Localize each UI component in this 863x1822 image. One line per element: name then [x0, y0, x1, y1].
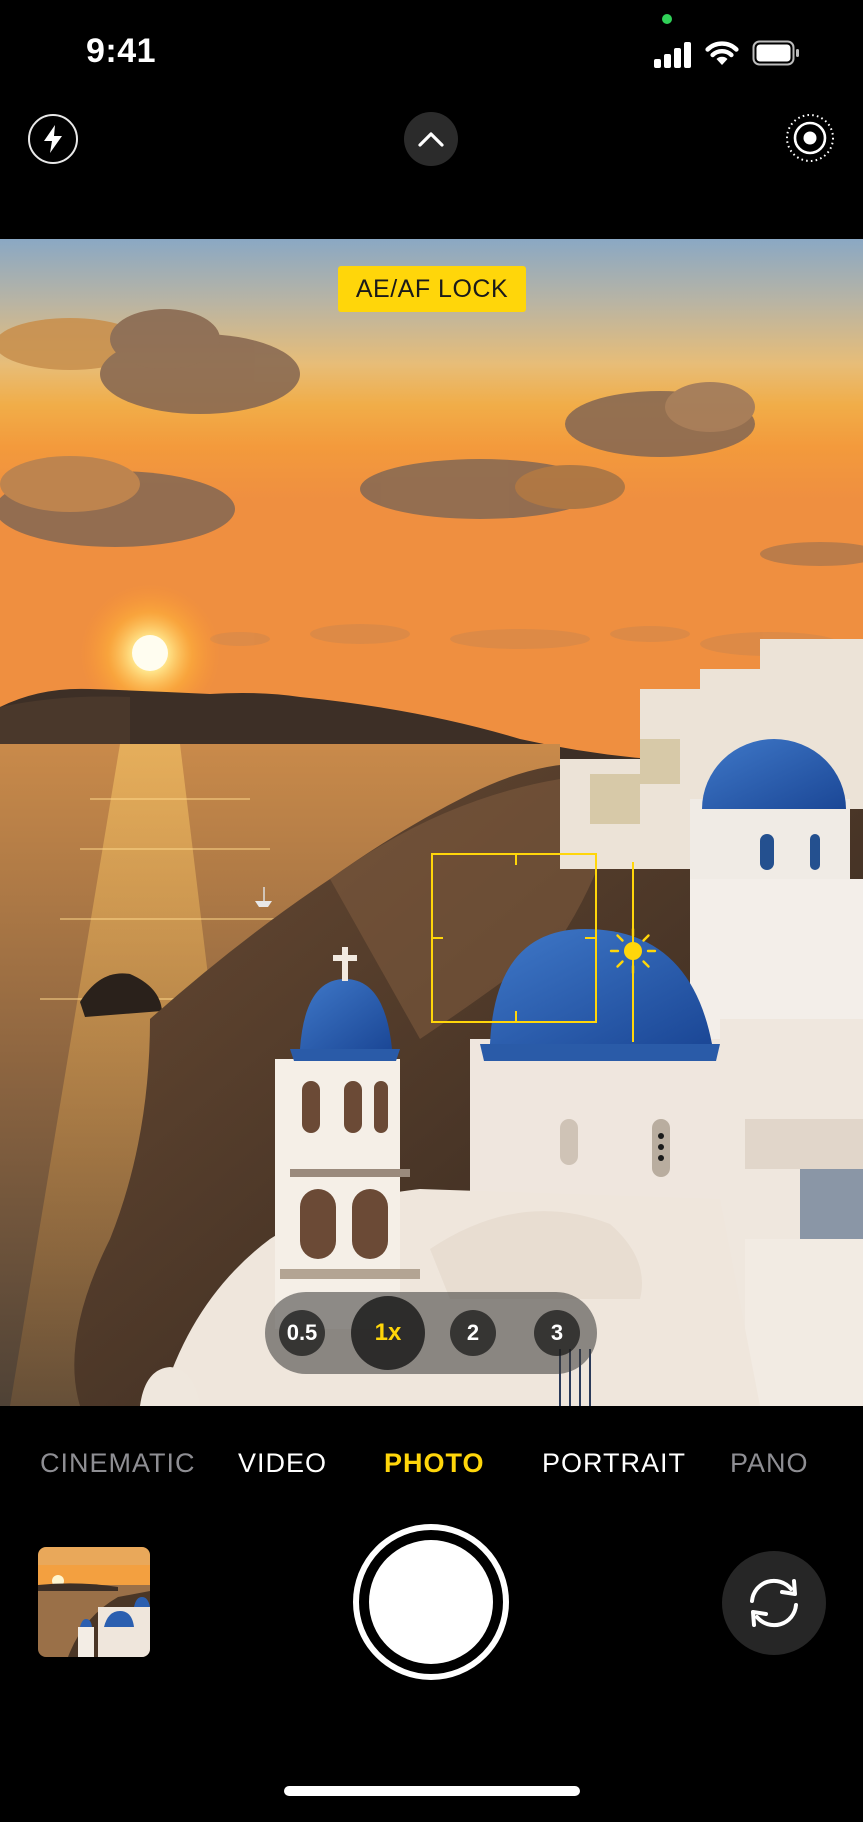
last-photo-thumbnail[interactable] [38, 1547, 150, 1657]
thumbnail-image [38, 1547, 150, 1657]
wifi-icon [705, 41, 739, 65]
live-photo-button[interactable] [784, 112, 836, 164]
battery-icon [752, 40, 799, 66]
mode-pano[interactable]: PANO [730, 1448, 809, 1479]
zoom-0.5-button[interactable]: 0.5 [279, 1310, 325, 1356]
zoom-1x-button[interactable]: 1x [351, 1296, 425, 1370]
focus-tick [433, 937, 443, 939]
shutter-inner [369, 1540, 493, 1664]
mode-portrait[interactable]: PORTRAIT [542, 1448, 686, 1479]
focus-square[interactable] [431, 853, 597, 1023]
zoom-control: 0.5 1x 2 3 [265, 1292, 597, 1374]
expand-controls-button[interactable] [404, 112, 458, 166]
camera-viewfinder[interactable] [0, 239, 863, 1406]
bolt-icon [44, 125, 62, 153]
mode-photo[interactable]: PHOTO [384, 1448, 485, 1479]
focus-tick [515, 1011, 517, 1021]
ae-af-lock-badge: AE/AF LOCK [338, 266, 526, 312]
flash-button[interactable] [28, 114, 78, 164]
flip-camera-button[interactable] [722, 1551, 826, 1655]
focus-tick [515, 855, 517, 865]
mic-indicator-icon [662, 14, 672, 24]
zoom-3-button[interactable]: 3 [534, 1310, 580, 1356]
exposure-sun-icon[interactable] [608, 926, 658, 976]
camera-flip-icon [750, 1578, 798, 1628]
cellular-signal-icon [654, 40, 694, 68]
chevron-up-icon [418, 132, 444, 147]
focus-tick [585, 937, 595, 939]
mode-video[interactable]: VIDEO [238, 1448, 327, 1479]
mode-cinematic[interactable]: CINEMATIC [40, 1448, 196, 1479]
status-time: 9:41 [86, 32, 157, 70]
home-indicator[interactable] [284, 1786, 580, 1796]
live-photo-icon [786, 114, 834, 162]
shutter-button[interactable] [353, 1524, 509, 1680]
zoom-2-button[interactable]: 2 [450, 1310, 496, 1356]
scene-image [0, 239, 863, 1406]
